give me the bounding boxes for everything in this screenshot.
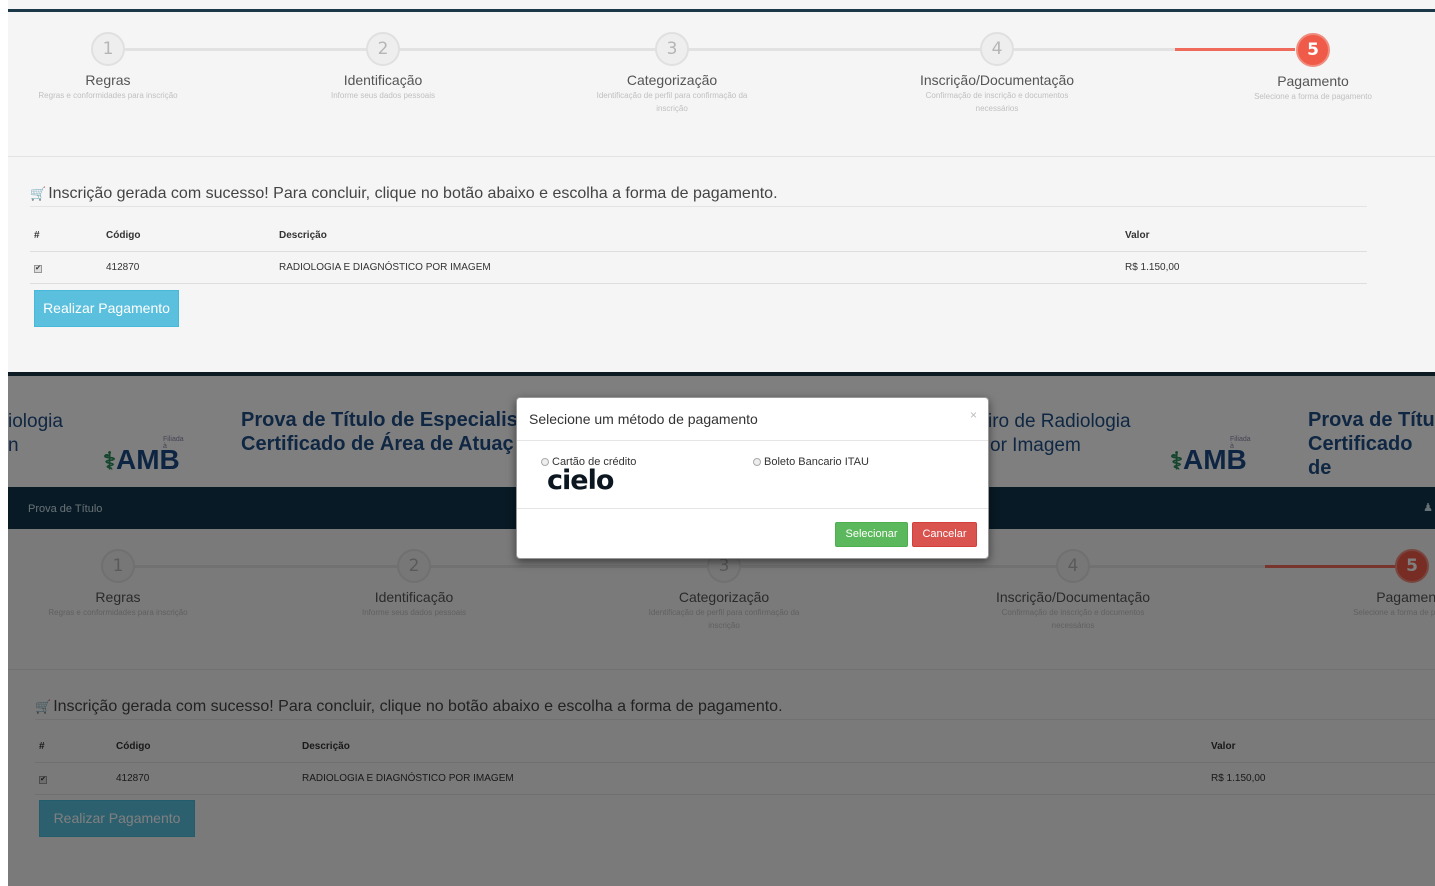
- table-row: ✔ 412870 RADIOLOGIA E DIAGNÓSTICO POR IM…: [30, 251, 1367, 284]
- row-checkbox[interactable]: ✔: [34, 264, 42, 273]
- option-boleto[interactable]: Boleto Bancario ITAU: [753, 456, 869, 468]
- realizar-pagamento-button[interactable]: Realizar Pagamento: [34, 290, 179, 327]
- success-text: Inscrição gerada com sucesso! Para concl…: [48, 185, 778, 202]
- wizard-step-2[interactable]: 2 Identificação Informe seus dados pesso…: [273, 32, 493, 102]
- step-number: 4: [980, 32, 1014, 66]
- close-icon[interactable]: ×: [970, 408, 977, 422]
- wizard-top: 1 Regras Regras e conformidades para ins…: [0, 0, 1435, 150]
- step-desc: Regras e conformidades para inscrição: [38, 91, 178, 100]
- modal-title: Selecione um método de pagamento: [529, 411, 758, 427]
- step-number: 3: [655, 32, 689, 66]
- wizard-step-5[interactable]: 5 Pagamento Selecione a forma de pagamen…: [1203, 33, 1423, 103]
- step-desc: Selecione a forma de pagamento: [1254, 92, 1372, 101]
- radio-boleto[interactable]: [753, 458, 761, 467]
- step-desc: Informe seus dados pessoais: [330, 91, 436, 100]
- cell-valor: R$ 1.150,00: [1125, 251, 1367, 284]
- step-title: Pagamento: [1277, 73, 1349, 89]
- divider: [30, 206, 1367, 207]
- success-message: 🛒Inscrição gerada com sucesso! Para conc…: [30, 185, 778, 203]
- step-desc: Confirmação de inscrição e documentos ne…: [925, 91, 1069, 113]
- step-title: Categorização: [626, 72, 718, 88]
- step-title: Identificação: [343, 72, 423, 88]
- table-header: Descrição: [279, 221, 1125, 252]
- modal-divider: [517, 508, 988, 509]
- step-number: 5: [1296, 33, 1330, 67]
- table-header-row: # Código Descrição Valor: [30, 221, 1367, 252]
- step-title: Regras: [85, 72, 131, 88]
- payment-method-modal: Selecione um método de pagamento × Cartã…: [516, 397, 989, 559]
- cancelar-button[interactable]: Cancelar: [912, 522, 977, 547]
- cell-codigo: 412870: [106, 251, 279, 284]
- cart-icon: 🛒: [30, 186, 47, 201]
- cielo-logo: cielo: [547, 465, 614, 496]
- step-number: 1: [91, 32, 125, 66]
- items-table: # Código Descrição Valor ✔ 412870 RADIOL…: [30, 221, 1367, 284]
- step-number: 2: [366, 32, 400, 66]
- option-boleto-label: Boleto Bancario ITAU: [764, 456, 869, 468]
- divider: [8, 156, 1435, 157]
- table-header: #: [30, 221, 106, 252]
- modal-divider: [517, 440, 988, 441]
- table-header: Valor: [1125, 221, 1367, 252]
- wizard-step-4[interactable]: 4 Inscrição/Documentação Confirmação de …: [887, 32, 1107, 115]
- step-desc: Identificação de perfil para confirmação…: [596, 91, 748, 113]
- wizard-step-3[interactable]: 3 Categorização Identificação de perfil …: [562, 32, 782, 115]
- cell-descricao: RADIOLOGIA E DIAGNÓSTICO POR IMAGEM: [279, 251, 1125, 284]
- wizard-step-1[interactable]: 1 Regras Regras e conformidades para ins…: [0, 32, 218, 102]
- step-title: Inscrição/Documentação: [919, 72, 1075, 88]
- table-header: Código: [106, 221, 279, 252]
- selecionar-button[interactable]: Selecionar: [835, 522, 908, 547]
